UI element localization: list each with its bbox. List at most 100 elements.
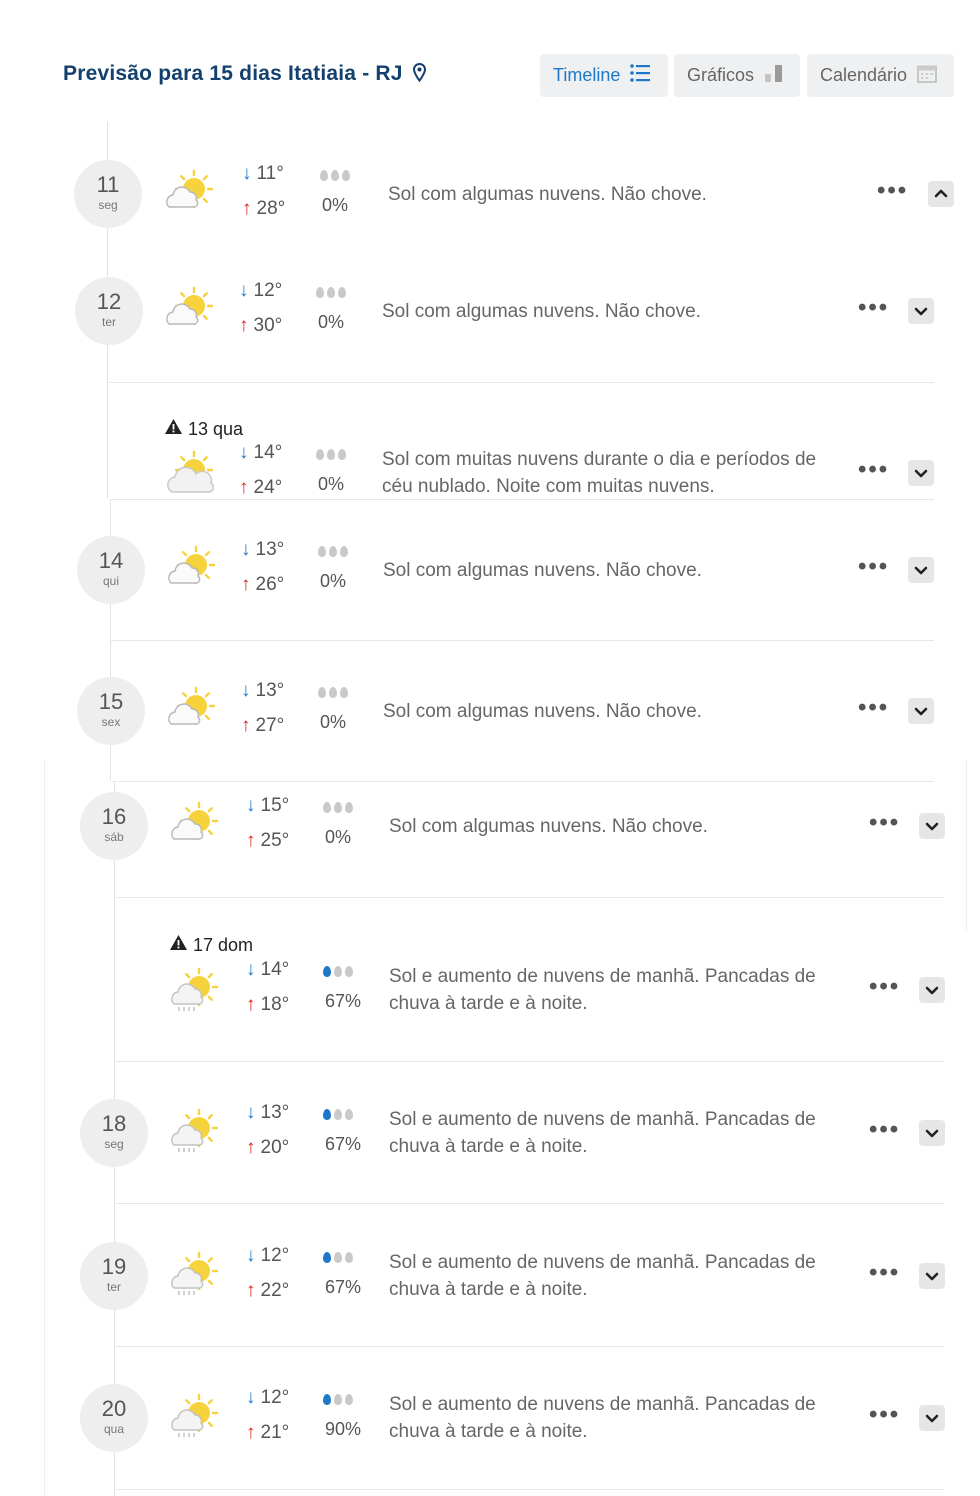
more-options-icon[interactable]: ••• xyxy=(869,811,900,835)
day-number: 18 xyxy=(101,1111,127,1136)
arrow-down-icon: ↓ xyxy=(246,795,256,816)
raindrop-icon xyxy=(338,449,346,460)
rain-probability: 0% xyxy=(320,712,347,732)
arrow-up-icon: ↑ xyxy=(246,1137,256,1158)
raindrop-icon xyxy=(334,802,342,813)
rain-drops xyxy=(323,802,353,813)
arrow-down-icon: ↓ xyxy=(241,680,251,701)
arrow-down-icon: ↓ xyxy=(246,1387,256,1408)
raindrop-icon xyxy=(323,1252,331,1263)
chevron-down-icon[interactable] xyxy=(919,1405,945,1431)
cloud-sun-icon xyxy=(164,448,216,498)
day-weekday: qua xyxy=(103,1422,125,1436)
temp-max-value: 28° xyxy=(256,198,286,219)
more-options-icon[interactable]: ••• xyxy=(869,1118,900,1142)
temp-min-value: 13° xyxy=(255,539,285,560)
row-divider xyxy=(109,382,934,383)
raindrop-icon xyxy=(323,802,331,813)
warning-icon xyxy=(164,418,183,440)
sun-cloud-icon xyxy=(169,799,221,849)
raindrop-icon xyxy=(323,1394,331,1405)
temp-max-value: 20° xyxy=(260,1137,290,1158)
row-divider xyxy=(109,499,934,500)
page-title-text: Previsão para 15 dias Itatiaia - RJ xyxy=(63,62,403,85)
arrow-up-icon: ↑ xyxy=(246,994,256,1015)
warning-icon xyxy=(169,934,188,956)
more-options-icon[interactable]: ••• xyxy=(858,458,889,482)
chevron-up-icon[interactable] xyxy=(928,181,954,207)
day-weekday: ter xyxy=(101,315,116,329)
raindrop-icon xyxy=(318,687,326,698)
temp-min: ↓ 11° xyxy=(242,163,284,185)
raindrop-icon xyxy=(316,287,324,298)
forecast-description: Sol com algumas nuvens. Não chove. xyxy=(389,816,708,837)
raindrop-icon xyxy=(323,966,331,977)
day-number: 20 xyxy=(101,1396,127,1421)
day-number: 15 xyxy=(98,689,124,714)
chevron-down-icon[interactable] xyxy=(919,977,945,1003)
temp-max: ↑ 21° xyxy=(246,1422,289,1444)
chevron-down-icon[interactable] xyxy=(908,698,934,724)
raindrop-icon xyxy=(316,449,324,460)
day-number: 12 xyxy=(96,289,122,314)
rain-drops xyxy=(323,1394,353,1405)
arrow-down-icon: ↓ xyxy=(239,280,249,301)
view-timeline-button[interactable]: Timeline xyxy=(540,54,668,97)
more-options-icon[interactable]: ••• xyxy=(858,555,889,579)
sun-cloud-icon xyxy=(166,543,218,593)
chevron-down-icon[interactable] xyxy=(908,298,934,324)
temp-max-value: 26° xyxy=(255,574,285,595)
temp-max-value: 25° xyxy=(260,830,290,851)
more-options-icon[interactable]: ••• xyxy=(877,179,908,203)
forecast-description: Sol com muitas nuvens durante o dia e pe… xyxy=(382,449,817,497)
row-divider xyxy=(111,781,934,782)
row-divider xyxy=(114,1203,944,1204)
bar-chart-icon xyxy=(764,63,784,88)
forecast-description: Sol e aumento de nuvens de manhã. Pancad… xyxy=(389,1109,816,1157)
temp-min-value: 12° xyxy=(260,1245,290,1266)
more-options-icon[interactable]: ••• xyxy=(869,1403,900,1427)
day-number: 16 xyxy=(101,804,127,829)
raindrop-icon xyxy=(340,687,348,698)
rain-drops xyxy=(318,546,348,557)
raindrop-icon xyxy=(338,287,346,298)
day-weekday: qui xyxy=(102,574,119,588)
sun-cloud-icon xyxy=(164,284,216,334)
chevron-down-icon[interactable] xyxy=(919,1263,945,1289)
day-weekday: ter xyxy=(106,1280,121,1294)
more-options-icon[interactable]: ••• xyxy=(858,696,889,720)
sun-rain-icon xyxy=(169,1106,221,1156)
raindrop-icon xyxy=(329,687,337,698)
temp-max: ↑ 30° xyxy=(239,315,282,337)
arrow-up-icon: ↑ xyxy=(246,830,256,851)
forecast-description: Sol e aumento de nuvens de manhã. Pancad… xyxy=(389,966,816,1014)
view-timeline-label: Timeline xyxy=(553,65,621,85)
chevron-down-icon[interactable] xyxy=(908,460,934,486)
calendar-icon xyxy=(917,64,937,88)
temp-min-value: 15° xyxy=(260,795,290,816)
more-options-icon[interactable]: ••• xyxy=(858,296,889,320)
day-weekday: seg xyxy=(98,198,118,212)
rain-probability: 0% xyxy=(320,571,347,591)
arrow-down-icon: ↓ xyxy=(246,1102,256,1123)
day-badge: 19 ter xyxy=(80,1242,148,1310)
view-charts-button[interactable]: Gráficos xyxy=(674,54,800,97)
view-calendar-button[interactable]: Calendário xyxy=(807,54,954,97)
chevron-down-icon[interactable] xyxy=(919,1120,945,1146)
more-options-icon[interactable]: ••• xyxy=(869,975,900,999)
rain-drops xyxy=(316,287,346,298)
day-weekday: sex xyxy=(101,715,121,729)
raindrop-icon xyxy=(327,449,335,460)
chevron-down-icon[interactable] xyxy=(919,813,945,839)
arrow-down-icon: ↓ xyxy=(246,1245,256,1266)
raindrop-icon xyxy=(334,1109,342,1120)
day-label: 13 qua xyxy=(188,418,244,439)
day-badge: 11 seg xyxy=(74,160,142,228)
row-divider xyxy=(114,897,944,898)
day-number: 19 xyxy=(101,1254,127,1279)
temp-max: ↑ 18° xyxy=(246,994,289,1016)
chevron-down-icon[interactable] xyxy=(908,557,934,583)
temp-max: ↑ 26° xyxy=(241,574,284,596)
more-options-icon[interactable]: ••• xyxy=(869,1261,900,1285)
outer-frame-line xyxy=(44,760,45,1496)
